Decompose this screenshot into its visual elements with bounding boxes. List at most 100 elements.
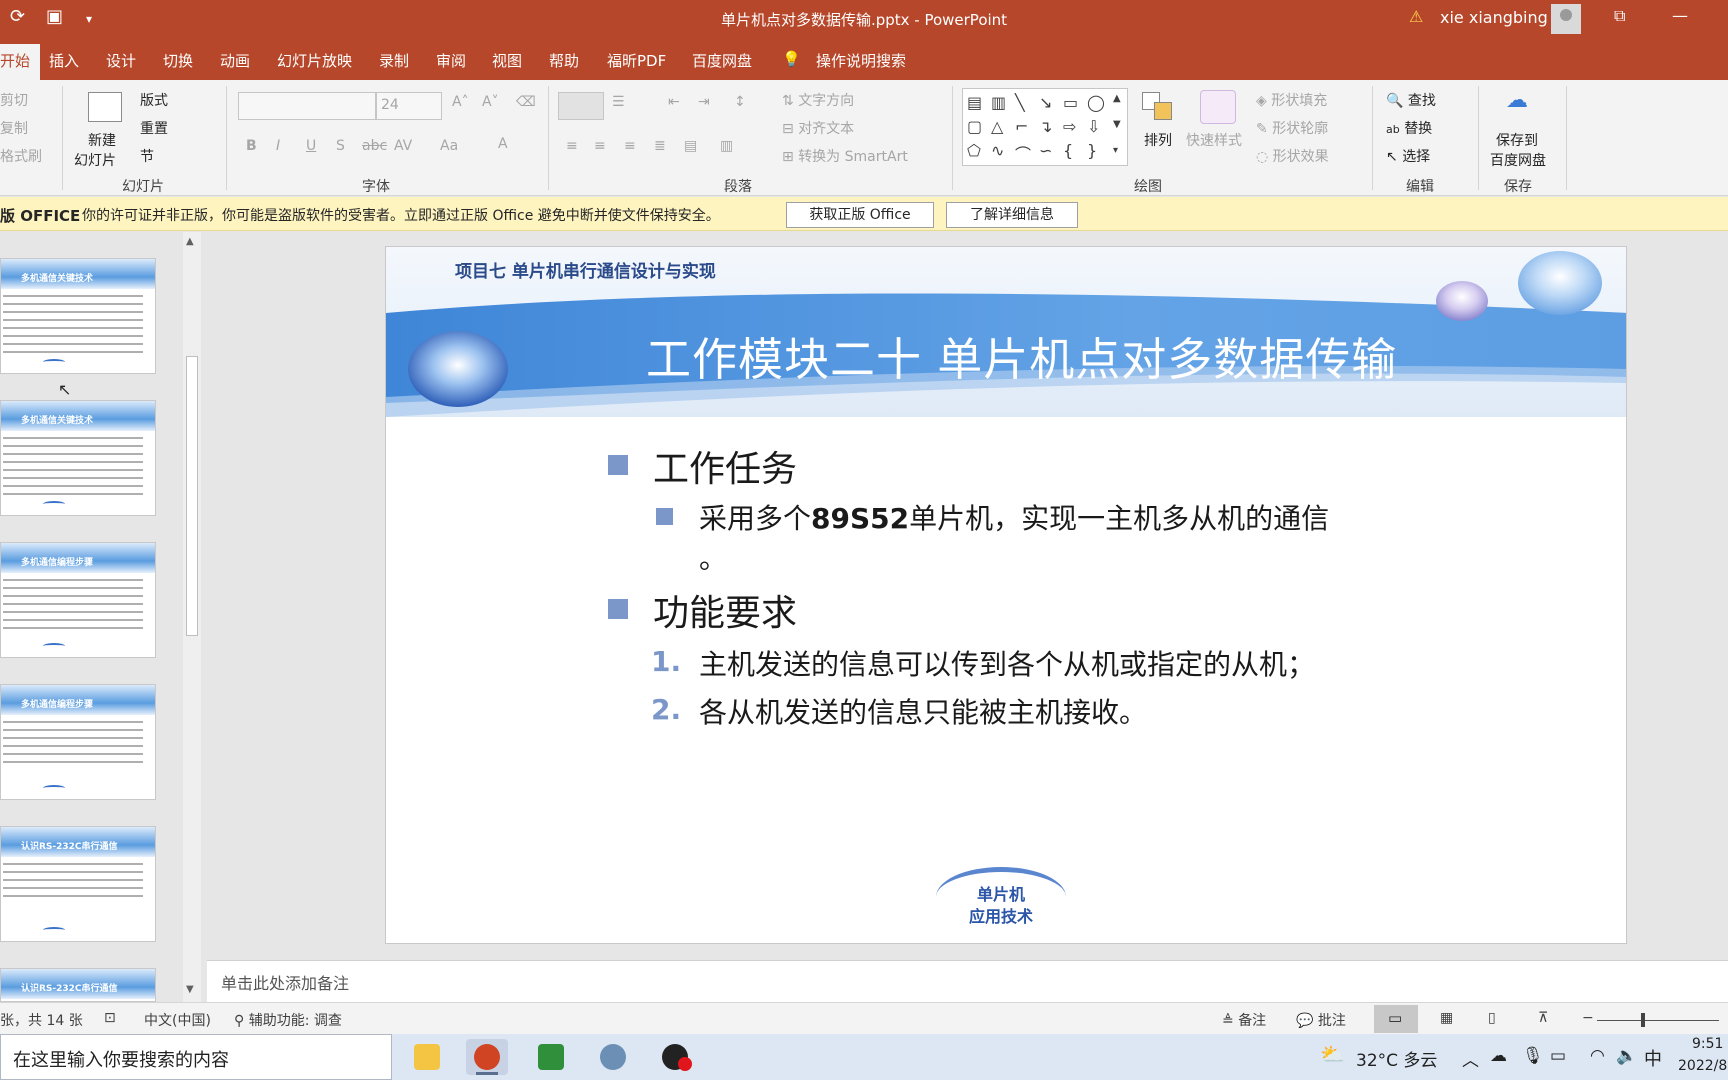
notes-pane[interactable]: 单击此处添加备注 [207,960,1728,1002]
get-genuine-office-button[interactable]: 获取正版 Office [786,202,934,228]
section-button[interactable]: 节 [140,146,154,166]
shape-fill-button[interactable]: ◈ 形状填充 [1256,90,1327,110]
function-requirements-heading[interactable]: 功能要求 [653,584,797,636]
thumbnail-scrollbar[interactable]: ▲ ▼ [183,232,201,1002]
line-spacing-icon[interactable]: ↕ [734,94,746,110]
shape-effects-button[interactable]: ◌ 形状效果 [1256,146,1329,166]
bullets-button[interactable] [558,92,604,120]
shapes-gallery[interactable]: ▤ ▥ ╲ ↘ ▭ ◯ ▢ △ ⌐ ↴ ⇨ ⇩ ⬠ ∿ ⌒ ∽ { } ▲ ▼ … [962,88,1128,166]
tab-record[interactable]: 录制 [379,50,409,71]
tab-home[interactable]: 开始 [0,44,41,80]
oval-shape-icon[interactable]: ◯ [1087,93,1105,112]
distribute-icon[interactable]: ▤ [684,138,697,154]
textbox-shape-icon[interactable]: ▤ [967,93,982,112]
ribbon-display-icon[interactable]: ⧉ [1614,6,1625,26]
tab-slideshow[interactable]: 幻灯片放映 [277,50,352,71]
left-brace-shape-icon[interactable]: { [1063,141,1073,160]
taskbar-search-box[interactable]: 在这里输入你要搜索的内容 [0,1034,392,1080]
shrink-font-icon[interactable]: A˅ [482,94,499,110]
save-to-baidu-line2[interactable]: 百度网盘 [1490,150,1546,170]
right-arrow-shape-icon[interactable]: ⇨ [1063,117,1076,136]
globe-app[interactable] [592,1039,634,1075]
work-task-heading[interactable]: 工作任务 [653,440,797,492]
network-error-icon[interactable]: ☁ [1490,1046,1507,1066]
requirement-item[interactable]: 主机发送的信息可以传到各个从机或指定的从机； [699,643,1315,683]
keil-app[interactable] [530,1039,572,1075]
slide-thumbnail[interactable]: 认识RS-232C串行通信 [0,968,156,1002]
copy-button[interactable]: 复制 [0,118,28,138]
elbow-arrow-icon[interactable]: ↴ [1039,117,1052,136]
clear-format-icon[interactable]: ⌫ [516,94,536,110]
spelling-icon[interactable]: ⊡ [104,1010,116,1026]
gallery-down-icon[interactable]: ▼ [1113,119,1121,130]
gallery-up-icon[interactable]: ▲ [1113,93,1121,104]
align-text-button[interactable]: ⊟ 对齐文本 [782,118,854,138]
tab-review[interactable]: 审阅 [436,50,466,71]
tell-me-search[interactable]: 操作说明搜索 [816,50,906,71]
scroll-down-icon[interactable]: ▼ [186,984,194,995]
font-color-button[interactable]: A [498,136,508,152]
tab-help[interactable]: 帮助 [549,50,579,71]
tab-transitions[interactable]: 切换 [163,50,193,71]
line-shape-icon[interactable]: ╲ [1015,93,1025,112]
requirement-item[interactable]: 各从机发送的信息只能被主机接收。 [699,691,1147,731]
triangle-shape-icon[interactable]: △ [991,117,1003,136]
slide-thumbnail[interactable]: 多机通信关键技术 [0,258,156,374]
wifi-icon[interactable]: ◠ [1590,1046,1605,1066]
show-hidden-icons[interactable]: ︿ [1462,1046,1479,1071]
zoom-out-icon[interactable]: − [1582,1010,1594,1026]
tab-baidu-netdisk[interactable]: 百度网盘 [692,50,752,71]
italic-button[interactable]: I [276,138,280,154]
numbering-icon[interactable]: ☰ [612,94,625,110]
clock-date[interactable]: 2022/8 [1678,1058,1727,1074]
find-button[interactable]: 🔍 查找 [1386,90,1436,110]
char-spacing-button[interactable]: AV [394,138,412,154]
tab-animations[interactable]: 动画 [220,50,250,71]
shape-outline-button[interactable]: ✎ 形状轮廓 [1256,118,1328,138]
arrange-button[interactable]: 排列 [1144,130,1172,150]
ime-indicator[interactable]: 中 [1644,1045,1662,1071]
baidu-cloud-icon[interactable]: ☁ [1506,88,1528,113]
font-name-combo[interactable] [238,92,376,120]
battery-icon[interactable]: ▭ [1550,1046,1566,1066]
arrange-icon[interactable] [1142,92,1174,122]
align-center-icon[interactable]: ≡ [594,138,606,154]
work-task-text[interactable]: 采用多个89S52单片机，实现一主机多从机的通信 [699,497,1329,537]
columns-icon[interactable]: ▥ [720,138,733,154]
select-button[interactable]: ↖ 选择 [1386,146,1430,166]
new-slide-label-2[interactable]: 幻灯片 [74,150,116,170]
slide-thumbnail[interactable]: 多机通信关键技术 [0,400,156,516]
curve-shape-icon[interactable]: ∽ [1039,141,1052,160]
tab-insert[interactable]: 插入 [49,50,79,71]
taskbar-search-placeholder[interactable]: 在这里输入你要搜索的内容 [13,1046,229,1072]
quick-styles-icon[interactable] [1200,90,1236,124]
minimize-button[interactable]: — [1672,6,1688,25]
grow-font-icon[interactable]: A˄ [452,94,469,110]
text-direction-button[interactable]: ⇅ 文字方向 [782,90,854,110]
down-arrow-shape-icon[interactable]: ⇩ [1087,117,1100,136]
accessibility-status[interactable]: ⚲ 辅助功能: 调查 [234,1010,342,1030]
bold-button[interactable]: B [246,138,257,154]
learn-more-button[interactable]: 了解详细信息 [946,202,1078,228]
rounded-rect-shape-icon[interactable]: ▢ [967,117,982,136]
arc-shape-icon[interactable]: ⌒ [1015,141,1031,165]
avatar[interactable] [1551,4,1581,34]
underline-button[interactable]: U [306,138,316,154]
strikethrough-button[interactable]: abc [362,138,387,154]
language-status[interactable]: 中文(中国) [144,1010,211,1030]
normal-view-button[interactable]: ▭ [1374,1005,1418,1033]
rectangle-shape-icon[interactable]: ▭ [1063,93,1078,112]
change-case-button[interactable]: Aa [440,138,458,154]
recorder-app[interactable] [654,1039,696,1075]
new-slide-icon[interactable] [88,92,122,122]
align-right-icon[interactable]: ≡ [624,138,636,154]
increase-indent-icon[interactable]: ⇥ [698,94,710,110]
reset-button[interactable]: 重置 [140,118,168,138]
scrollbar-thumb[interactable] [186,356,198,636]
microphone-icon[interactable]: 🎙 [1522,1046,1544,1066]
tab-design[interactable]: 设计 [106,50,136,71]
vtextbox-shape-icon[interactable]: ▥ [991,93,1006,112]
freeform-shape-icon[interactable]: ⬠ [967,141,981,160]
slide[interactable]: 项目七 单片机串行通信设计与实现 工作模块二十 单片机点对多数据传输 工作任务 … [385,246,1627,944]
user-name[interactable]: xie xiangbing [1440,8,1548,27]
